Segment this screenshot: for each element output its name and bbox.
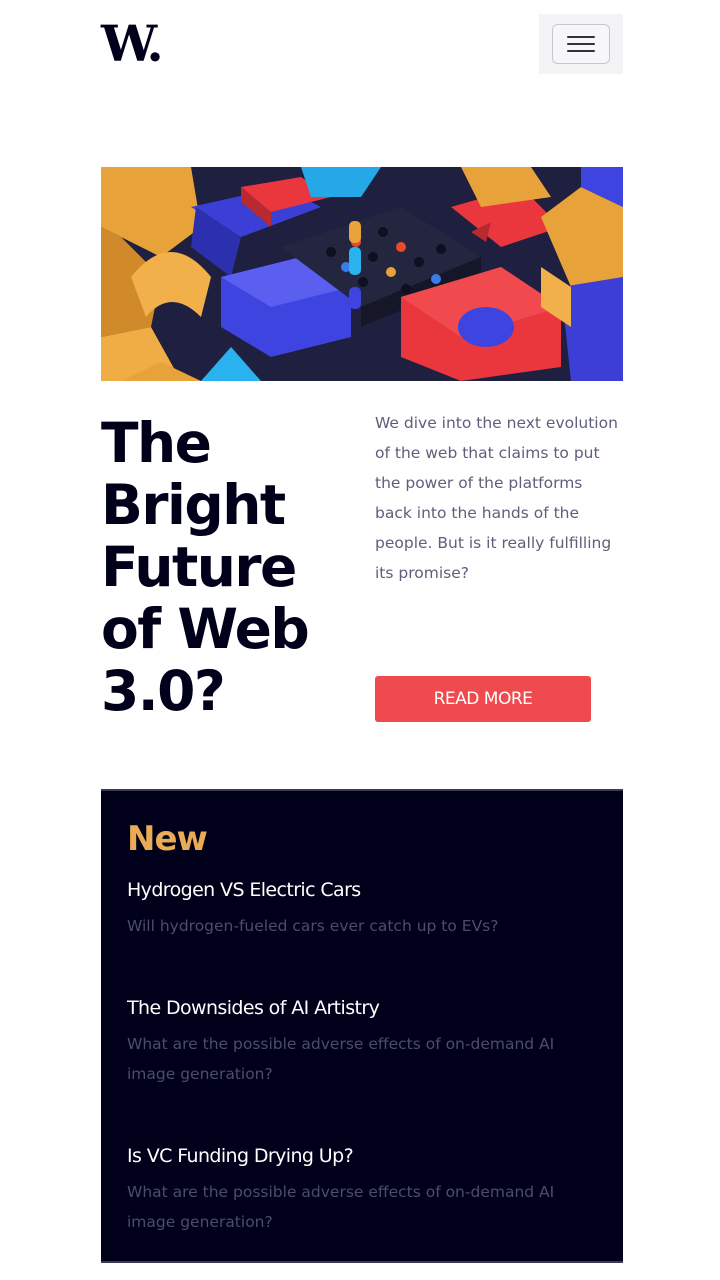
article-headline: The Bright Future of Web 3.0? [101,411,310,723]
article-intro: We dive into the next evolution of the w… [375,414,618,582]
news-item: Is VC Funding Drying Up? What are the po… [127,1143,597,1237]
hamburger-icon [567,34,595,54]
site-header: W. [101,14,623,74]
new-section: New Hydrogen VS Electric Cars Will hydro… [101,789,623,1263]
read-more-button[interactable]: READ MORE [375,676,591,722]
site-logo[interactable]: W. [101,19,164,69]
news-item-title[interactable]: The Downsides of AI Artistry [127,995,597,1021]
menu-button-frame[interactable] [552,24,610,64]
news-item: The Downsides of AI Artistry What are th… [127,995,597,1089]
news-item-description: What are the possible adverse effects of… [127,1035,555,1083]
hero-illustration [101,167,623,381]
news-item-description: What are the possible adverse effects of… [127,1183,555,1231]
menu-button[interactable] [539,14,623,74]
news-item-title[interactable]: Is VC Funding Drying Up? [127,1143,597,1169]
news-item-title[interactable]: Hydrogen VS Electric Cars [127,877,597,903]
news-item-description: Will hydrogen-fueled cars ever catch up … [127,917,499,935]
hero-image [101,167,623,381]
new-section-title: New [127,819,208,859]
news-item: Hydrogen VS Electric Cars Will hydrogen-… [127,877,597,941]
